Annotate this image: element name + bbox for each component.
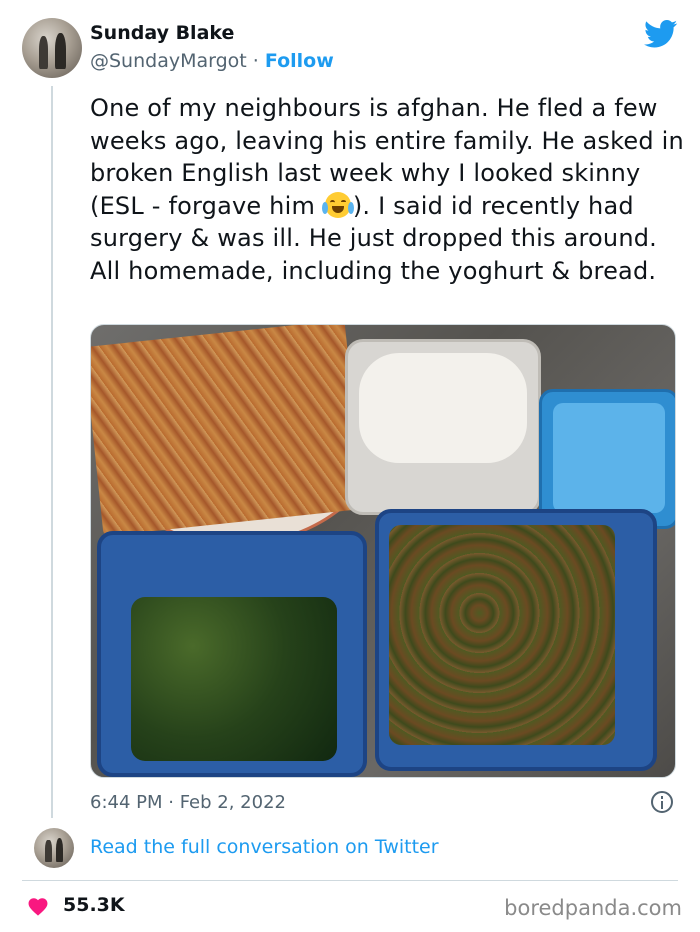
author-handle[interactable]: @SundayMargot <box>90 50 247 72</box>
author-display-name[interactable]: Sunday Blake <box>90 22 234 44</box>
separator-dot: · <box>246 50 265 72</box>
tweet-text: One of my neighbours is afghan. He fled … <box>90 92 690 287</box>
author-avatar[interactable] <box>22 18 82 78</box>
reply-avatar <box>34 828 74 868</box>
thread-line <box>51 86 53 818</box>
twitter-bird-icon[interactable] <box>644 20 678 48</box>
info-icon[interactable] <box>651 791 673 813</box>
like-count: 55.3K <box>63 894 125 916</box>
author-handle-row: @SundayMargot · Follow <box>90 50 334 72</box>
heart-icon[interactable] <box>27 896 49 916</box>
read-conversation-link[interactable]: Read the full conversation on Twitter <box>90 836 439 858</box>
watermark: boredpanda.com <box>504 896 682 920</box>
tweet-photo[interactable] <box>90 324 676 778</box>
follow-button[interactable]: Follow <box>265 50 334 72</box>
tears-of-joy-emoji-icon <box>321 191 354 218</box>
divider <box>22 880 678 881</box>
tweet-timestamp[interactable]: 6:44 PM · Feb 2, 2022 <box>90 792 286 813</box>
